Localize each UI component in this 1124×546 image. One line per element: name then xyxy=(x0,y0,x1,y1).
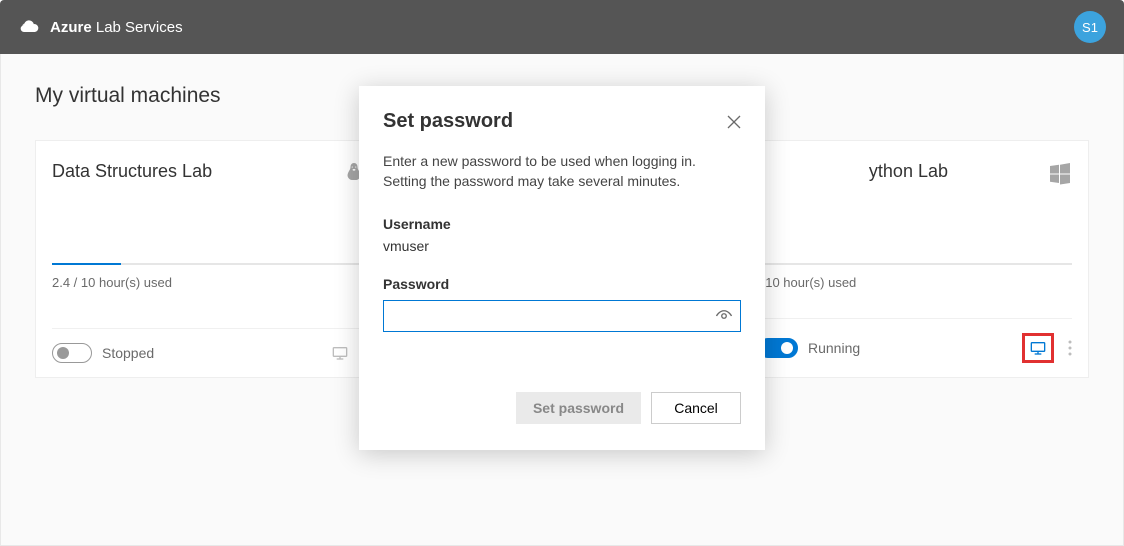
set-password-dialog: Set password Enter a new password to be … xyxy=(359,86,765,450)
vm-title: ython Lab xyxy=(869,161,948,182)
dialog-title: Set password xyxy=(383,110,513,133)
usage-progress xyxy=(52,263,366,265)
set-password-button[interactable]: Set password xyxy=(516,392,641,424)
username-label: Username xyxy=(383,216,741,232)
connect-highlight xyxy=(1022,333,1054,363)
app-header: Azure Lab Services S1 xyxy=(0,0,1124,54)
brand-text: Azure Lab Services xyxy=(50,19,183,36)
password-label: Password xyxy=(383,276,741,292)
cancel-button[interactable]: Cancel xyxy=(651,392,741,424)
brand: Azure Lab Services xyxy=(18,17,183,37)
status-label: Stopped xyxy=(102,345,154,361)
close-icon[interactable] xyxy=(727,115,741,129)
power-toggle[interactable] xyxy=(52,343,92,363)
connect-icon[interactable] xyxy=(1030,340,1046,356)
status-label: Running xyxy=(808,340,860,356)
connect-icon[interactable] xyxy=(332,345,348,361)
cloud-logo-icon xyxy=(18,17,40,37)
vm-card: ython Lab / 10 hour(s) used Runnin xyxy=(741,140,1089,378)
reveal-password-icon[interactable] xyxy=(715,307,733,325)
usage-text: 2.4 / 10 hour(s) used xyxy=(52,275,366,290)
usage-progress xyxy=(758,263,1072,265)
avatar[interactable]: S1 xyxy=(1074,11,1106,43)
username-value: vmuser xyxy=(383,238,741,254)
vm-card: Data Structures Lab 2.4 / 10 hour(s) use… xyxy=(35,140,383,378)
vm-title: Data Structures Lab xyxy=(52,161,212,182)
dialog-description: Enter a new password to be used when log… xyxy=(383,151,741,192)
windows-icon xyxy=(1048,161,1072,185)
password-input[interactable] xyxy=(383,300,741,332)
usage-text: / 10 hour(s) used xyxy=(758,275,1072,290)
more-icon[interactable] xyxy=(1068,340,1072,356)
